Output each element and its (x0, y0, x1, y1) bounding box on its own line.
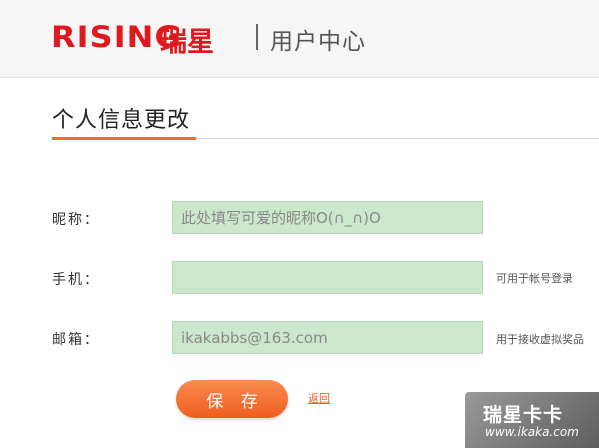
phone-input[interactable] (172, 261, 483, 294)
watermark-brand: 瑞星卡卡 (483, 404, 564, 426)
page-title: 个人信息更改 (52, 108, 191, 133)
nickname-label: 昵称： (52, 212, 100, 228)
header-title: 用户中心 (270, 29, 366, 55)
email-hint: 用于接收虚拟奖品 (496, 333, 584, 346)
site-header: RISING 瑞星 用户中心 (0, 0, 599, 78)
phone-label: 手机： (52, 272, 100, 288)
email-input[interactable] (172, 321, 483, 354)
header-divider (256, 24, 258, 50)
back-link[interactable]: 返回 (308, 390, 330, 406)
nickname-input[interactable] (172, 201, 483, 234)
email-label: 邮箱： (52, 332, 100, 348)
watermark: 瑞星卡卡 www.ikaka.com (465, 392, 599, 448)
save-button[interactable]: 保 存 (176, 380, 288, 418)
phone-hint: 可用于帐号登录 (496, 272, 573, 285)
title-underline (52, 137, 196, 140)
brand-logo-chinese[interactable]: 瑞星 (160, 20, 214, 59)
watermark-url: www.ikaka.com (485, 425, 579, 439)
